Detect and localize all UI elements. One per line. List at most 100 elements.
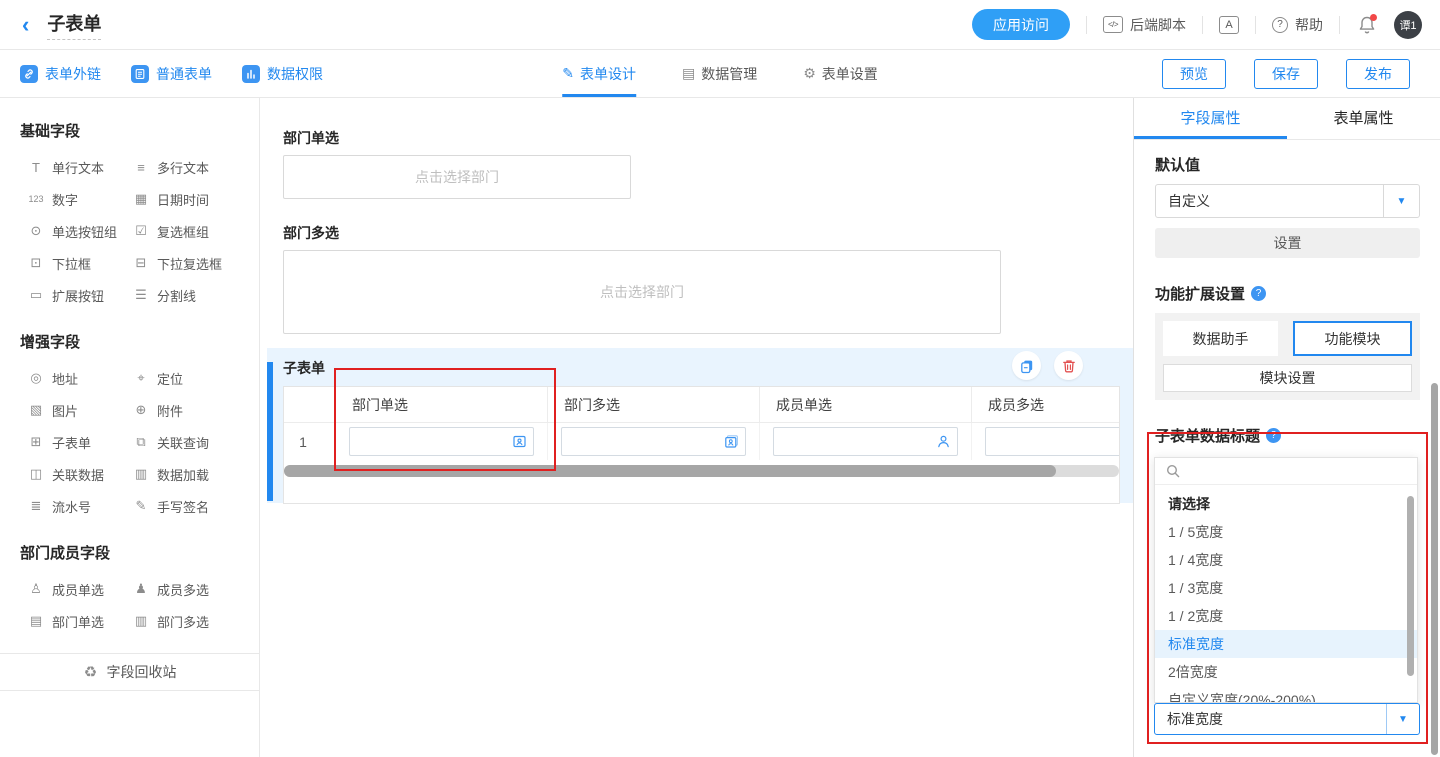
- option-please-select[interactable]: 请选择: [1155, 490, 1417, 518]
- number-icon: 123: [28, 194, 44, 204]
- normal-form-button[interactable]: 普通表单: [131, 64, 212, 84]
- palette-item-address[interactable]: ◎地址: [28, 362, 133, 394]
- help-button[interactable]: ? 帮助: [1272, 15, 1323, 35]
- palette-item-dropdown[interactable]: ⊡下拉框: [28, 247, 133, 279]
- cell-member-multi-input[interactable]: [985, 427, 1120, 456]
- palette-item-serial-number[interactable]: ≣流水号: [28, 490, 133, 522]
- palette-item-dept-single[interactable]: ▤部门单选: [28, 605, 133, 637]
- option-1-4-width[interactable]: 1 / 4宽度: [1155, 546, 1417, 574]
- section-title-enhanced-fields: 增强字段: [0, 311, 259, 362]
- subform-hscrollbar-track[interactable]: [284, 465, 1119, 477]
- palette-item-dept-multi[interactable]: ▥部门多选: [133, 605, 259, 637]
- copy-button[interactable]: [1012, 351, 1041, 380]
- help-icon[interactable]: ?: [1266, 428, 1281, 443]
- option-2x-width[interactable]: 2倍宽度: [1155, 658, 1417, 686]
- translate-icon[interactable]: A: [1219, 16, 1239, 34]
- palette-item-image[interactable]: ▧图片: [28, 394, 133, 426]
- data-assistant-button[interactable]: 数据助手: [1163, 321, 1278, 356]
- palette-item-member-single[interactable]: ♙成员单选: [28, 573, 133, 605]
- tab-form-settings[interactable]: ⚙ 表单设置: [803, 50, 878, 97]
- palette-item-member-multi[interactable]: ♟成员多选: [133, 573, 259, 605]
- palette-item-attachment[interactable]: ⊕附件: [133, 394, 259, 426]
- help-icon[interactable]: ?: [1251, 286, 1266, 301]
- multi-dropdown-icon: ⊟: [133, 255, 149, 271]
- dept-single-picker[interactable]: 点击选择部门: [283, 155, 631, 199]
- back-icon[interactable]: ‹: [22, 14, 29, 36]
- palette-item-single-line-text[interactable]: T单行文本: [28, 151, 133, 183]
- dept-icon: [512, 434, 527, 449]
- width-select[interactable]: 标准宽度 ▼: [1154, 703, 1420, 735]
- app-access-button[interactable]: 应用访问: [972, 9, 1070, 40]
- dept-multi-picker[interactable]: 点击选择部门: [283, 250, 1001, 334]
- page-title[interactable]: 子表单: [47, 10, 101, 40]
- dept-multi-icon: ▥: [133, 613, 149, 629]
- palette-item-multi-dropdown[interactable]: ⊟下拉复选框: [133, 247, 259, 279]
- form-external-link-button[interactable]: 表单外链: [20, 64, 101, 84]
- palette-item-checkbox-group[interactable]: ☑复选框组: [133, 215, 259, 247]
- option-standard-width[interactable]: 标准宽度: [1155, 630, 1417, 658]
- dropdown-scrollbar-thumb[interactable]: [1407, 496, 1414, 676]
- dropdown-search-input[interactable]: [1155, 458, 1417, 485]
- extension-settings-group: 数据助手 功能模块 模块设置: [1155, 313, 1420, 400]
- divider: [1202, 16, 1203, 34]
- palette-item-divider-line[interactable]: ☰分割线: [133, 279, 259, 311]
- option-1-5-width[interactable]: 1 / 5宽度: [1155, 518, 1417, 546]
- panel-scrollbar-thumb[interactable]: [1431, 383, 1438, 755]
- publish-button[interactable]: 发布: [1346, 59, 1410, 89]
- palette-item-signature[interactable]: ✎手写签名: [133, 490, 259, 522]
- dropdown-icon: ⊡: [28, 255, 44, 271]
- cell-dept-single-input[interactable]: [349, 427, 534, 456]
- palette-item-extend-button[interactable]: ▭扩展按钮: [28, 279, 133, 311]
- tab-form-design[interactable]: ✎ 表单设计: [562, 50, 636, 97]
- module-settings-button[interactable]: 模块设置: [1163, 364, 1412, 392]
- search-icon: [1165, 463, 1181, 479]
- default-value-set-button[interactable]: 设置: [1155, 228, 1420, 258]
- option-1-2-width[interactable]: 1 / 2宽度: [1155, 602, 1417, 630]
- tab-form-properties[interactable]: 表单属性: [1287, 98, 1440, 139]
- palette-item-multi-line-text[interactable]: ≡多行文本: [133, 151, 259, 183]
- column-header-member-multi[interactable]: 成员多选: [972, 387, 1120, 423]
- palette-item-location[interactable]: ⌖定位: [133, 362, 259, 394]
- preview-button[interactable]: 预览: [1162, 59, 1226, 89]
- doc-icon: [131, 65, 149, 83]
- palette-item-subform[interactable]: ⊞子表单: [28, 426, 133, 458]
- field-label-dept-single: 部门单选: [283, 128, 1133, 148]
- people-icon: ♟: [133, 581, 149, 597]
- person-icon: ♙: [28, 581, 44, 597]
- subform-data-title-label: 子表单数据标题 ?: [1155, 425, 1420, 446]
- notification-bell-icon[interactable]: [1356, 14, 1378, 36]
- option-1-3-width[interactable]: 1 / 3宽度: [1155, 574, 1417, 602]
- palette-item-data-load[interactable]: ▥数据加载: [133, 458, 259, 490]
- cell-dept-multi-input[interactable]: [561, 427, 746, 456]
- column-header-dept-multi[interactable]: 部门多选: [548, 387, 760, 423]
- column-header-member-single[interactable]: 成员单选: [760, 387, 972, 423]
- tab-data-manage[interactable]: ▤ 数据管理: [682, 50, 757, 97]
- backend-script-button[interactable]: </> 后端脚本: [1103, 15, 1186, 35]
- app-header: ‹ 子表单 应用访问 </> 后端脚本 A ? 帮助 谭1: [0, 0, 1440, 50]
- field-palette-sidebar: 基础字段 T单行文本 ≡多行文本 123数字 ▦日期时间 ⊙单选按钮组 ☑复选框…: [0, 98, 260, 757]
- option-custom-width[interactable]: 自定义宽度(20%-200%): [1155, 686, 1417, 703]
- data-permission-button[interactable]: 数据权限: [242, 64, 323, 84]
- data-load-icon: ▥: [133, 466, 149, 482]
- subform-hscrollbar-thumb[interactable]: [284, 465, 1056, 477]
- function-module-button[interactable]: 功能模块: [1293, 321, 1412, 356]
- palette-item-linked-query[interactable]: ⧉关联查询: [133, 426, 259, 458]
- form-canvas: 部门单选 点击选择部门 部门多选 点击选择部门 子表单 部门单选 部门多选: [260, 98, 1133, 757]
- column-header-dept-single[interactable]: 部门单选: [336, 387, 548, 423]
- field-recycle-bin[interactable]: ♻ 字段回收站: [0, 653, 259, 691]
- subform-widget[interactable]: 子表单 部门单选 部门多选 成员单选 成员多选 1: [267, 348, 1133, 503]
- palette-item-linked-data[interactable]: ◫关联数据: [28, 458, 133, 490]
- palette-item-number[interactable]: 123数字: [28, 183, 133, 215]
- cell-member-single-input[interactable]: [773, 427, 958, 456]
- bars-icon: [242, 65, 260, 83]
- default-value-select[interactable]: 自定义 ▼: [1155, 184, 1420, 218]
- tab-field-properties[interactable]: 字段属性: [1134, 98, 1287, 139]
- designer-tabs: ✎ 表单设计 ▤ 数据管理 ⚙ 表单设置: [562, 50, 878, 97]
- notification-dot: [1370, 14, 1377, 21]
- palette-item-radio-group[interactable]: ⊙单选按钮组: [28, 215, 133, 247]
- delete-button[interactable]: [1054, 351, 1083, 380]
- save-button[interactable]: 保存: [1254, 59, 1318, 89]
- avatar[interactable]: 谭1: [1394, 11, 1422, 39]
- palette-item-datetime[interactable]: ▦日期时间: [133, 183, 259, 215]
- locate-icon: ⌖: [133, 370, 149, 386]
